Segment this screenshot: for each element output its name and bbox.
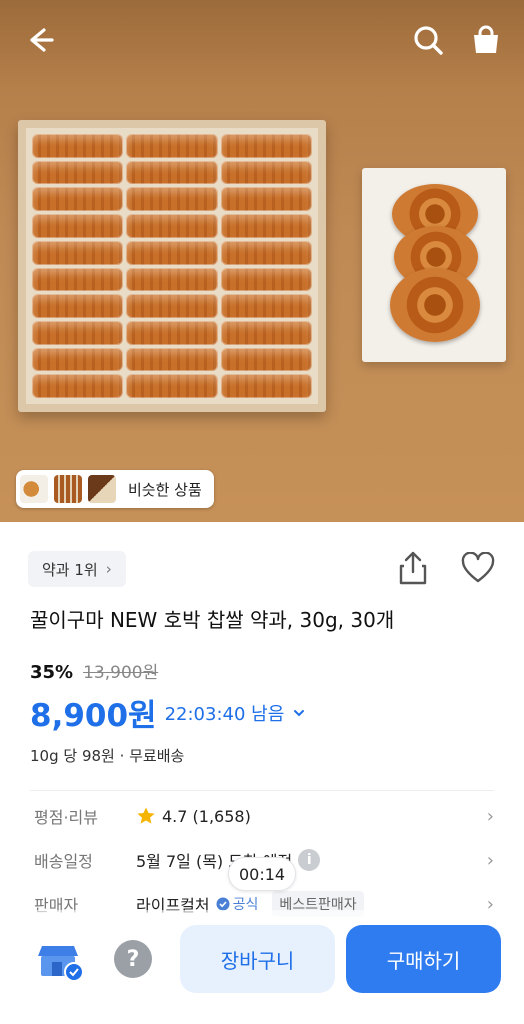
yakgwa-pack [32,187,124,212]
share-icon [399,551,427,585]
chevron-right-icon: › [486,805,494,827]
similar-thumb [88,475,116,503]
yakgwa-pack [220,294,312,318]
rating-row[interactable]: 평점·리뷰 4.7 (1,658) › [34,801,494,831]
plate [362,168,506,362]
yakgwa-pack [220,187,312,212]
help-button[interactable]: ? [114,940,152,978]
yakgwa-pack [32,134,124,158]
yakgwa-pack [32,160,124,185]
similar-thumb [54,475,82,503]
yakgwa-pack [220,160,312,185]
yakgwa-pack [126,294,218,318]
original-price: 13,900원 [83,663,159,683]
back-button[interactable] [20,20,60,60]
discount-rate: 35% [30,662,74,683]
cookie-grid [26,128,318,404]
info-icon[interactable]: i [298,849,321,871]
chevron-right-icon: › [105,560,112,578]
verified-icon [216,897,230,911]
yakgwa-pack [126,160,218,185]
yakgwa-pack [126,187,218,212]
yakgwa-pack [126,214,218,238]
rating-label: 평점·리뷰 [34,808,98,827]
arrow-left-icon [30,28,54,52]
buy-now-button[interactable]: 구매하기 [346,925,501,993]
yakgwa-pack [220,214,312,238]
similar-thumb [20,475,48,503]
shopping-bag-icon [474,25,498,53]
ranking-badge-label: 약과 1위 [42,560,98,579]
yakgwa-pack [32,267,124,292]
add-to-cart-button[interactable]: 장바구니 [180,925,335,993]
discount-row: 35% 13,900원 [30,658,158,683]
heart-icon [461,551,495,583]
cart-button[interactable] [466,20,506,60]
yakgwa-pack [220,374,312,398]
yakgwa-pack [126,347,218,372]
price-row: 8,900원 22:03:40 남음 [30,690,306,735]
ranking-badge[interactable]: 약과 1위 › [28,551,126,587]
recording-timer: 00:14 [228,857,297,891]
sale-price: 8,900원 [30,698,157,734]
yakgwa-pack [220,267,312,292]
deal-timer[interactable]: 22:03:40 남음 [165,700,285,726]
product-title: 꿀이구마 NEW 호박 찹쌀 약과, 30g, 30개 [30,608,395,632]
unit-price-shipping: 10g 당 98원 · 무료배송 [30,747,185,765]
rating-value: 4.7 (1,658) [162,806,251,826]
yakgwa-pack [126,320,218,345]
chevron-right-icon: › [486,849,494,871]
yakgwa-pack [220,240,312,265]
store-icon [38,946,84,982]
yakgwa-piece [390,268,480,342]
store-button[interactable] [38,940,84,986]
share-button[interactable] [396,550,430,590]
yakgwa-pack [220,320,312,345]
yakgwa-pack [32,347,124,372]
product-image[interactable]: 비슷한 상품 [0,0,524,522]
chevron-down-icon[interactable] [292,706,306,720]
yakgwa-pack [220,134,312,158]
divider [30,790,494,791]
yakgwa-pack [220,347,312,372]
yakgwa-pack [126,267,218,292]
similar-products-chip[interactable]: 비슷한 상품 [16,470,214,508]
yakgwa-pack [126,374,218,398]
delivery-label: 배송일정 [34,852,93,871]
yakgwa-pack [32,294,124,318]
question-icon: ? [126,946,140,972]
yakgwa-box [18,120,326,412]
wishlist-button[interactable] [460,551,496,588]
yakgwa-pack [126,134,218,158]
yakgwa-pack [32,320,124,345]
yakgwa-pack [126,240,218,265]
similar-products-label: 비슷한 상품 [128,480,202,499]
search-icon [414,26,443,55]
search-button[interactable] [408,20,448,60]
yakgwa-pack [32,214,124,238]
star-icon [137,807,155,824]
yakgwa-pack [32,374,124,398]
yakgwa-pack [32,240,124,265]
